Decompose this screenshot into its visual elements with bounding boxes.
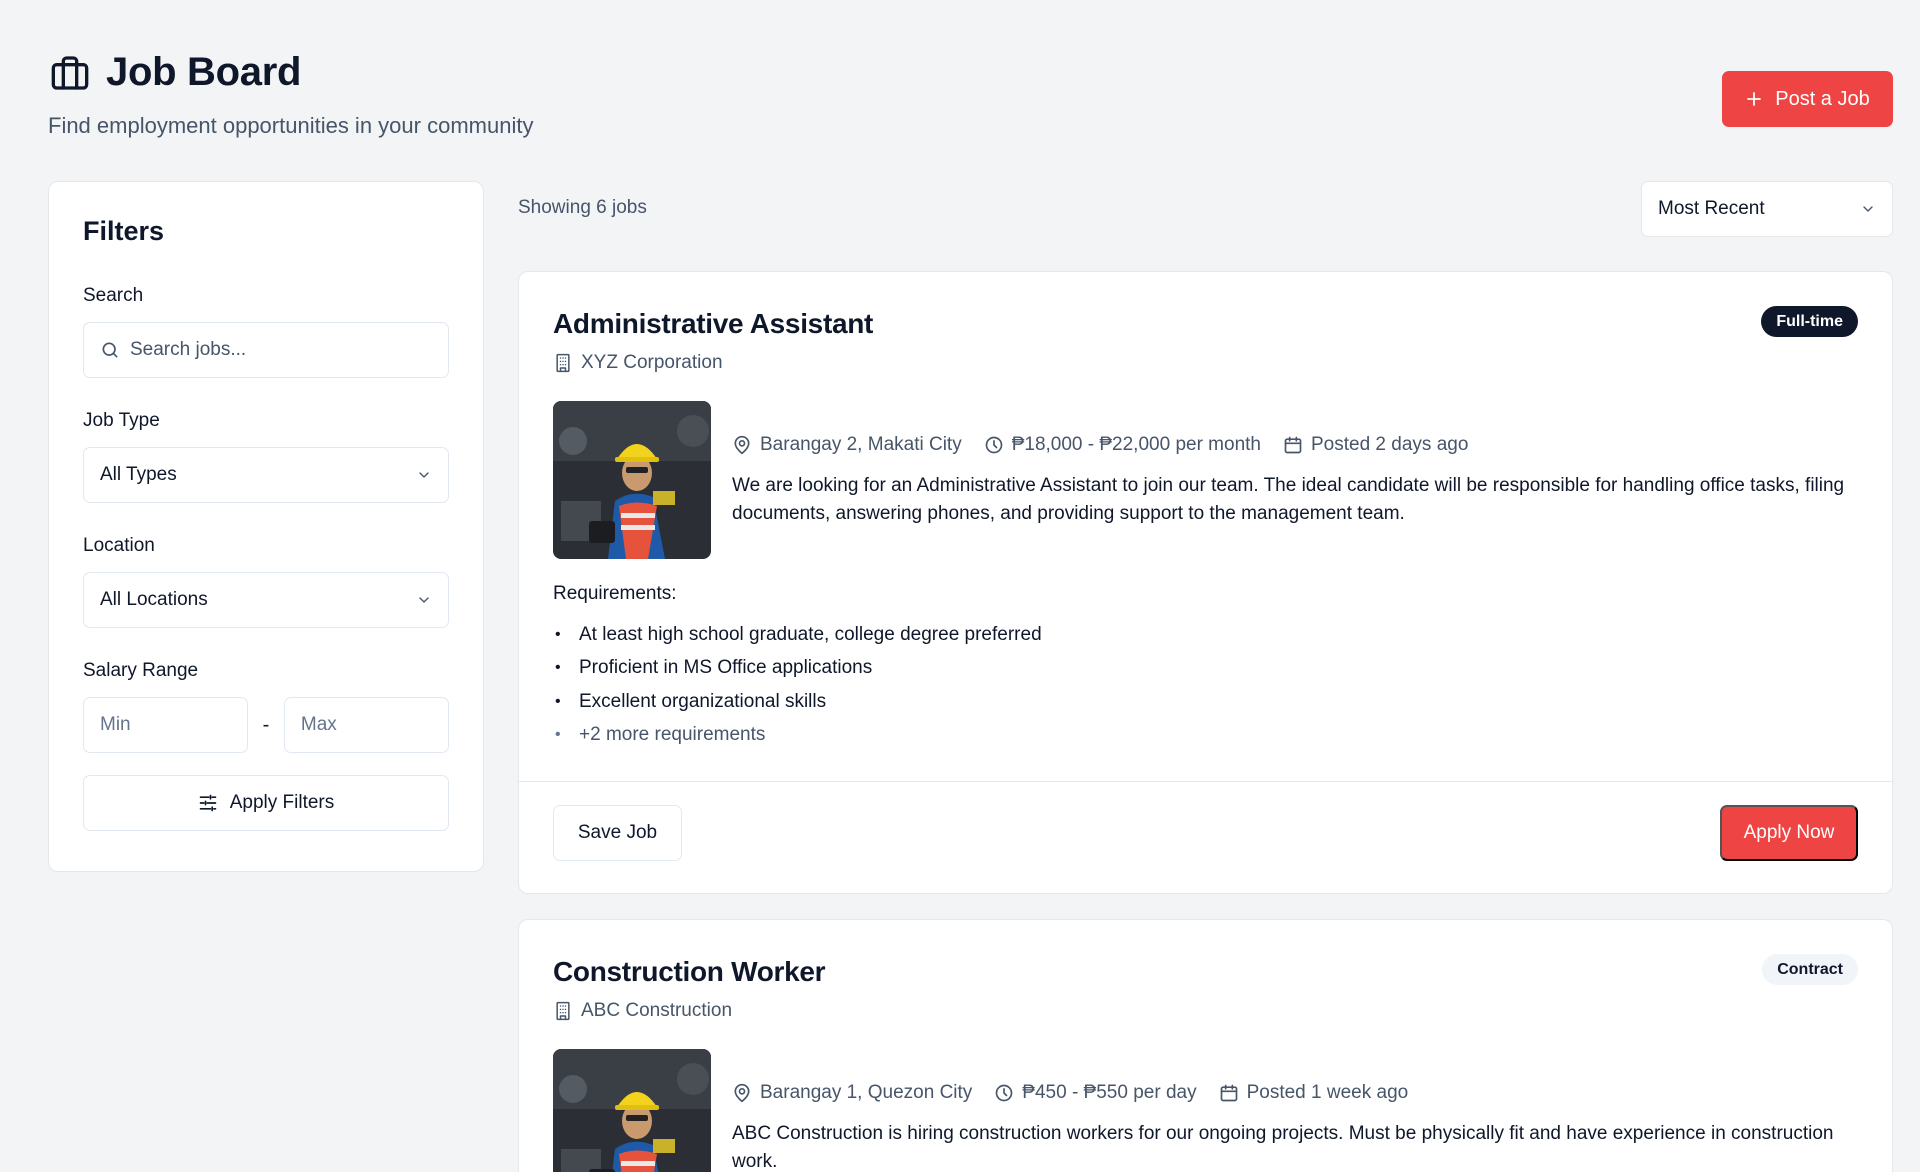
job-card: Administrative Assistant XYZ Corporation… — [518, 271, 1893, 894]
search-input[interactable]: Search jobs... — [83, 322, 449, 378]
briefcase-icon — [48, 53, 92, 93]
job-location-text: Barangay 2, Makati City — [760, 434, 962, 455]
search-placeholder: Search jobs... — [130, 339, 247, 360]
post-job-button[interactable]: Post a Job — [1722, 71, 1893, 127]
job-description: We are looking for an Administrative Ass… — [732, 475, 1845, 524]
save-job-button[interactable]: Save Job — [553, 805, 682, 861]
more-requirements[interactable]: • +2 more requirements — [553, 719, 1042, 753]
map-pin-icon — [732, 1083, 752, 1103]
job-posted-text: Posted 1 week ago — [1246, 1082, 1409, 1103]
job-description: ABC Construction is hiring construction … — [732, 1123, 1834, 1172]
job-meta: Barangay 1, Quezon City ₱450 - ₱550 per … — [732, 1082, 1408, 1104]
page-title: Job Board — [106, 50, 302, 94]
job-salary-text: ₱18,000 - ₱22,000 per month — [1011, 434, 1261, 455]
company-name: XYZ Corporation — [581, 352, 723, 373]
requirements-list: • At least high school graduate, college … — [553, 618, 1042, 752]
job-location: Barangay 1, Quezon City — [732, 1082, 972, 1104]
job-title[interactable]: Construction Worker — [553, 956, 826, 988]
chevron-down-icon — [416, 592, 432, 608]
plus-icon — [1745, 90, 1763, 108]
building-icon — [553, 353, 573, 373]
search-icon — [100, 340, 120, 360]
clock-icon — [984, 435, 1004, 455]
job-posted: Posted 2 days ago — [1283, 434, 1468, 456]
card-divider — [519, 781, 1892, 782]
job-salary: ₱450 - ₱550 per day — [994, 1082, 1197, 1104]
salary-range: Min - Max — [83, 697, 449, 753]
location-select[interactable]: All Locations — [83, 572, 449, 628]
company: ABC Construction — [553, 1000, 732, 1022]
salary-max-input[interactable]: Max — [283, 697, 449, 753]
building-icon — [553, 1001, 573, 1021]
location-value: All Locations — [100, 589, 208, 610]
page-header: Job Board Find employment opportunities … — [48, 50, 533, 139]
salary-max-placeholder: Max — [300, 714, 337, 735]
calendar-icon — [1283, 435, 1303, 455]
requirement-item: • Proficient in MS Office applications — [555, 657, 873, 679]
job-location-text: Barangay 1, Quezon City — [760, 1082, 973, 1103]
filters-panel: Filters Search Search jobs... Job Type A… — [48, 181, 484, 872]
page-subtitle: Find employment opportunities in your co… — [48, 113, 534, 138]
sort-value: Most Recent — [1658, 198, 1765, 219]
company: XYZ Corporation — [553, 352, 723, 374]
job-card: Construction Worker ABC Construction Con… — [518, 919, 1893, 1172]
clock-icon — [994, 1083, 1014, 1103]
job-posted: Posted 1 week ago — [1219, 1082, 1409, 1104]
salary-min-input[interactable]: Min — [83, 697, 249, 753]
job-type-select[interactable]: All Types — [83, 447, 449, 503]
job-meta: Barangay 2, Makati City ₱18,000 - ₱22,00… — [732, 434, 1468, 456]
apply-filters-label: Apply Filters — [229, 792, 335, 813]
job-type-label: Job Type — [83, 410, 160, 431]
map-pin-icon — [732, 435, 752, 455]
job-type-badge: Full-time — [1761, 306, 1858, 337]
job-title[interactable]: Administrative Assistant — [553, 308, 873, 340]
calendar-icon — [1219, 1083, 1239, 1103]
job-photo — [553, 401, 711, 559]
requirements-label: Requirements: — [553, 583, 677, 604]
sort-select[interactable]: Most Recent — [1641, 181, 1893, 237]
job-salary-text: ₱450 - ₱550 per day — [1022, 1082, 1197, 1103]
chevron-down-icon — [416, 467, 432, 483]
results-count: Showing 6 jobs — [518, 197, 647, 218]
salary-min-placeholder: Min — [100, 714, 131, 735]
job-photo — [553, 1049, 711, 1172]
requirement-item: • Excellent organizational skills — [555, 690, 827, 712]
job-type-badge: Contract — [1762, 954, 1858, 985]
chevron-down-icon — [1860, 201, 1876, 217]
company-name: ABC Construction — [581, 1000, 733, 1021]
salary-separator: - — [262, 713, 270, 736]
job-location: Barangay 2, Makati City — [732, 434, 962, 456]
location-label: Location — [83, 535, 155, 556]
salary-range-label: Salary Range — [83, 660, 199, 681]
job-type-value: All Types — [100, 464, 177, 485]
apply-filters-button[interactable]: Apply Filters — [83, 775, 449, 831]
apply-now-button[interactable]: Apply Now — [1720, 805, 1858, 861]
post-job-label: Post a Job — [1775, 87, 1870, 110]
filters-title: Filters — [83, 216, 165, 246]
search-label: Search — [83, 285, 144, 306]
job-posted-text: Posted 2 days ago — [1311, 434, 1469, 455]
job-salary: ₱18,000 - ₱22,000 per month — [984, 434, 1261, 456]
sliders-icon — [198, 793, 218, 813]
requirement-item: • At least high school graduate, college … — [555, 623, 1042, 645]
